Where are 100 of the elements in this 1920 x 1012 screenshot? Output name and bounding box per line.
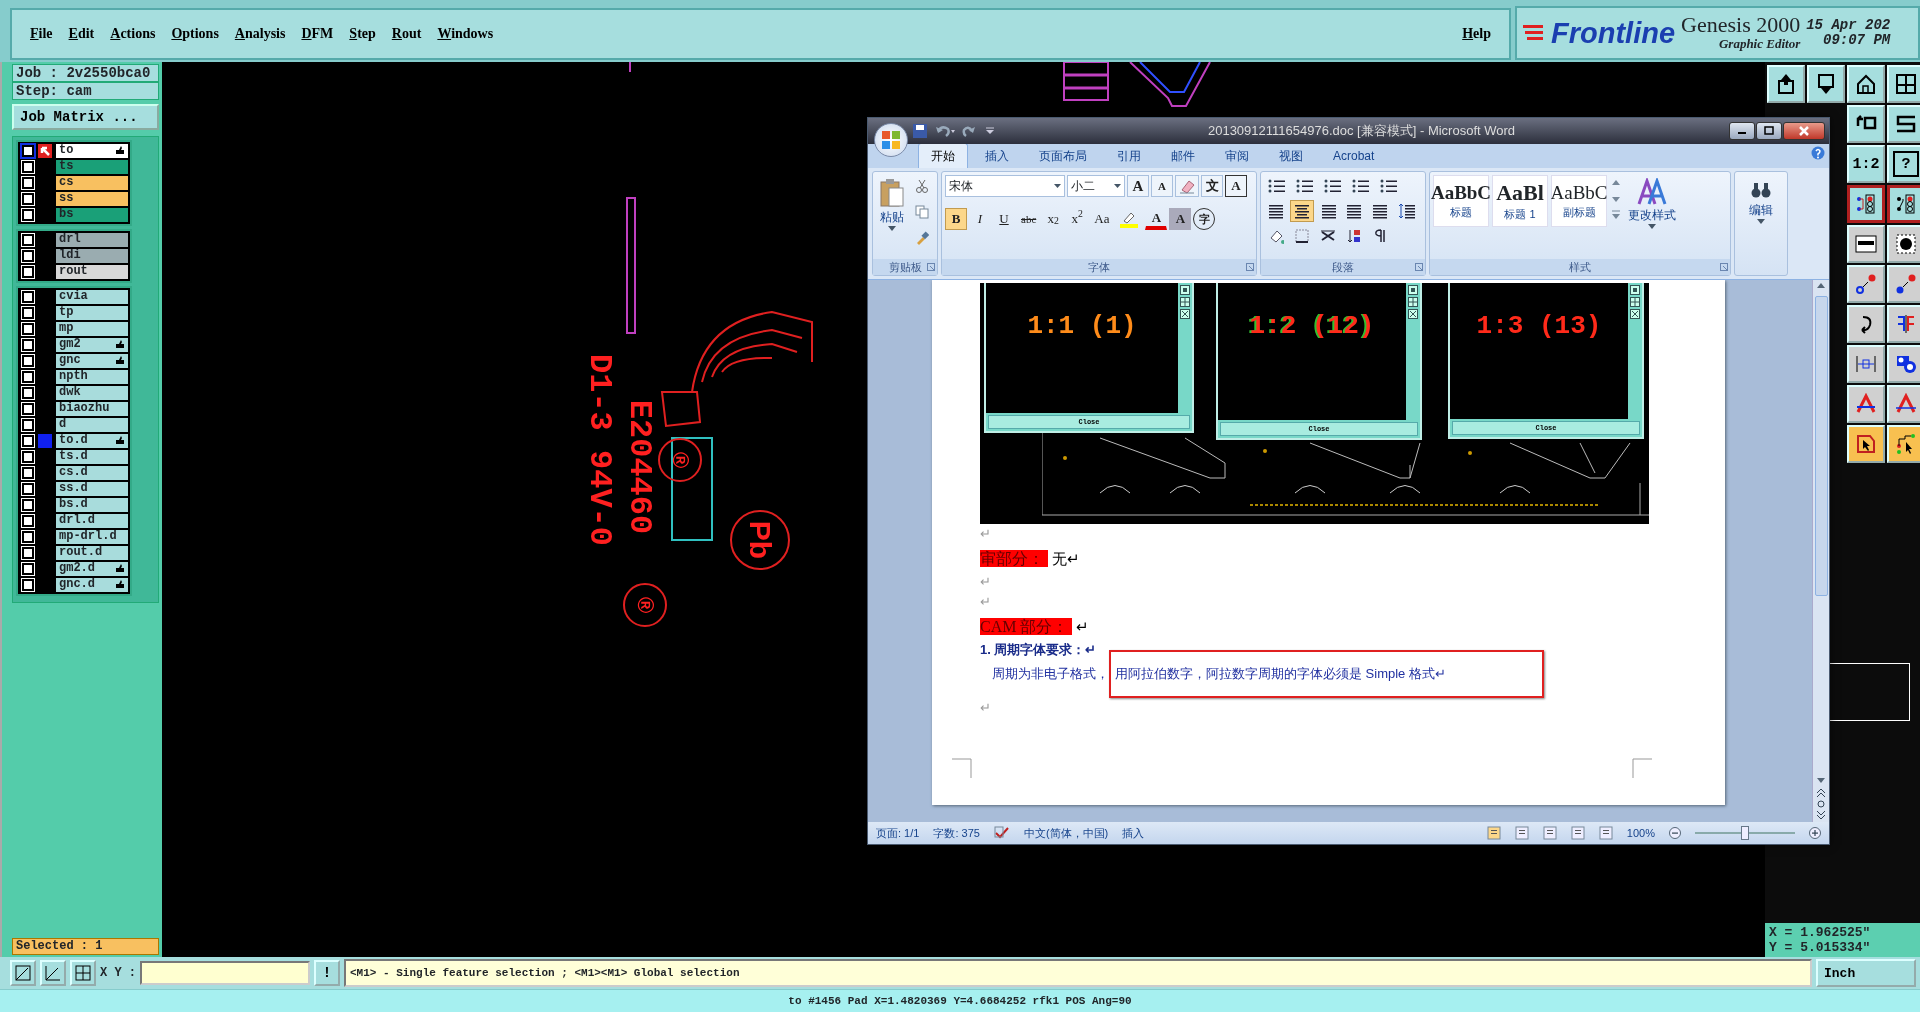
customize-caret-icon[interactable] [986,127,994,135]
layer-checkbox[interactable] [22,515,34,527]
layer-checkbox[interactable] [22,193,34,205]
style-name[interactable]: 副标题 [1562,203,1596,221]
menu-item[interactable]: File [22,26,61,42]
close-icon[interactable] [1798,125,1810,137]
format-button[interactable]: A [1169,208,1192,230]
next-page-icon[interactable] [1815,810,1827,822]
save-icon[interactable] [912,123,928,139]
home-icon[interactable] [1855,73,1877,95]
menu-item[interactable]: DFM [293,26,342,42]
outdent-icon[interactable] [1352,178,1370,194]
style-preview[interactable]: AaBbC [1430,181,1492,204]
ribbon-tab[interactable]: 邮件 [1158,143,1208,168]
menu-item[interactable]: Windows [429,26,502,42]
menu-item[interactable]: Rout [383,26,430,42]
tool-button[interactable]: ? [1887,145,1920,183]
zoom-in-icon[interactable] [1809,827,1821,839]
numbered-list-icon[interactable] [1296,178,1314,194]
previous-page-icon[interactable] [1815,786,1827,798]
layer-checkbox[interactable] [22,483,34,495]
layer-checkbox[interactable] [22,250,34,262]
dialog-launcher-icon[interactable] [1720,263,1728,271]
format-button[interactable]: abc [1017,208,1041,230]
help-menu[interactable]: Help [1454,26,1499,42]
layer-checkbox[interactable] [22,499,34,511]
layer-checkbox[interactable] [22,435,34,447]
points-icon[interactable] [1895,273,1917,295]
layer-checkbox[interactable] [22,547,34,559]
draft-icon[interactable] [1598,826,1613,840]
zoom-slider-thumb[interactable] [1741,826,1749,840]
layer-checkbox[interactable] [22,323,34,335]
sort-icon[interactable] [1346,228,1362,244]
layer-checkbox[interactable] [22,234,34,246]
grid-icon[interactable] [1895,73,1917,95]
triangle-icon[interactable] [1895,393,1917,415]
layer-checkbox[interactable] [22,145,34,157]
borders-icon[interactable] [1294,228,1310,244]
layer-checkbox[interactable] [22,467,34,479]
scrollbar-thumb[interactable] [1814,296,1828,596]
job-matrix-button[interactable]: Job Matrix ... [12,104,159,130]
format-button[interactable]: B [945,208,967,230]
align-icon[interactable] [1346,203,1362,219]
text-direction-icon[interactable] [1320,228,1336,244]
scissors-icon[interactable] [915,179,929,193]
line-spacing-icon[interactable] [1398,203,1416,219]
style-name[interactable]: 标题 [1450,203,1472,221]
font-size-field[interactable]: 小二 [1067,175,1125,197]
format-button[interactable]: x$^{2}$ [1066,208,1089,230]
layer-name[interactable]: bs [59,207,74,222]
dialog-launcher-icon[interactable] [1246,263,1254,271]
points-icon[interactable] [1855,273,1877,295]
tool-button[interactable]: 1:2 [1847,145,1885,183]
layer-checkbox[interactable] [22,209,34,221]
style-preview[interactable]: AaBbC [1550,181,1608,204]
format-button[interactable]: 文 [1201,175,1223,197]
language-status[interactable]: 中文(简体，中国) [1023,824,1109,842]
paste-button[interactable]: 粘贴 [876,175,908,256]
indent-icon[interactable] [1380,178,1398,194]
shading-icon[interactable] [1268,228,1284,244]
layer-checkbox[interactable] [22,339,34,351]
zoom-level[interactable]: 100% [1626,824,1655,842]
ribbon-tab[interactable]: 开始 [918,143,968,168]
format-button[interactable]: A [1151,175,1173,197]
import-icon[interactable] [1815,73,1837,95]
coordinate-input[interactable] [140,961,310,985]
align-icon[interactable] [1372,203,1388,219]
eraser-icon[interactable] [1179,178,1195,194]
layer-name[interactable]: ss [59,191,74,206]
reading-layout-icon[interactable] [1514,826,1529,840]
layer-checkbox[interactable] [22,531,34,543]
format-button[interactable]: A [1225,175,1247,197]
ribbon-tab[interactable]: 审阅 [1212,143,1262,168]
multilevel-list-icon[interactable] [1324,178,1342,194]
layer-checkbox[interactable] [22,371,34,383]
menu-item[interactable]: Options [163,26,227,42]
web-layout-icon[interactable] [1542,826,1557,840]
layer-name[interactable]: mp [59,321,74,336]
traffic-light-icon[interactable] [1855,193,1877,215]
menu-item[interactable]: Analysis [226,26,294,42]
format-button[interactable]: A [1127,175,1149,197]
dialog-launcher-icon[interactable] [1415,263,1423,271]
format-button[interactable]: x$_{2}$ [1042,208,1065,230]
measure-icon[interactable] [1855,353,1877,375]
layer-checkbox[interactable] [22,403,34,415]
ribbon-tab[interactable]: 视图 [1266,143,1316,168]
layer-name[interactable]: to [59,143,74,158]
align-icon[interactable] [1320,203,1336,219]
export-icon[interactable] [1775,73,1797,95]
format-button[interactable]: I [969,208,991,230]
layer-name[interactable]: d [59,417,67,432]
shapes-icon[interactable] [1895,353,1917,375]
layer-checkbox[interactable] [22,419,34,431]
layer-checkbox[interactable] [22,355,34,367]
align-icon[interactable] [1294,203,1310,219]
ruler-icon[interactable] [1855,233,1877,255]
show-marks-icon[interactable] [1372,228,1388,244]
menu-item[interactable]: Actions [102,26,164,42]
layer-checkbox[interactable] [22,161,34,173]
menu-item[interactable]: Edit [60,26,103,42]
